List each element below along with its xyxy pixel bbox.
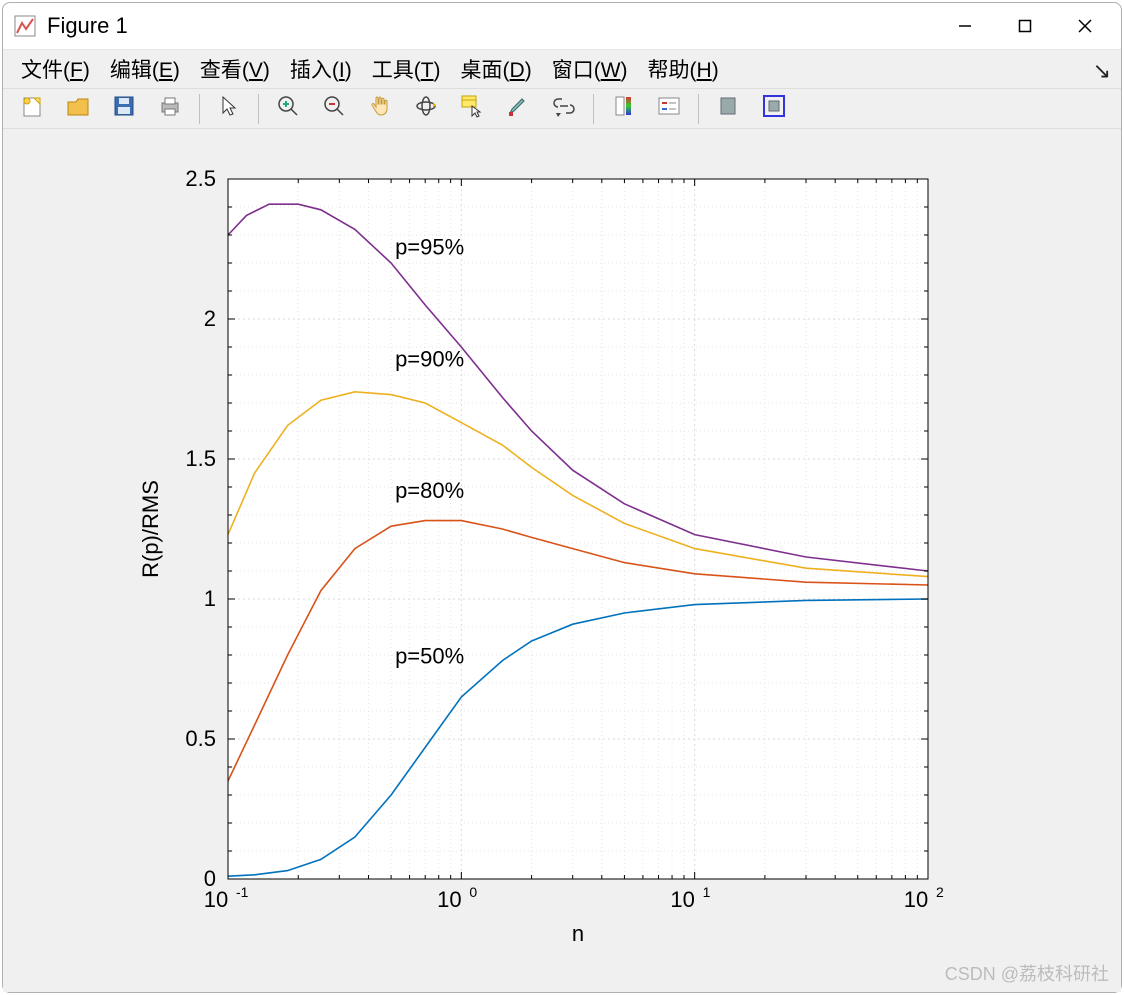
hide-plot-tools-icon	[715, 93, 741, 124]
figure-canvas: 10-110010110200.511.522.5nR(p)/RMSp=95%p…	[3, 129, 1121, 992]
print-figure-button[interactable]	[150, 91, 190, 127]
zoom-in-button[interactable]	[268, 91, 308, 127]
toolbar-separator	[698, 94, 699, 124]
maximize-button[interactable]	[995, 3, 1055, 49]
rotate-3d-icon	[413, 93, 439, 124]
insert-legend-button[interactable]	[649, 91, 689, 127]
menu-w[interactable]: 窗口(W)	[542, 50, 638, 88]
open-file-button[interactable]	[58, 91, 98, 127]
svg-text:n: n	[572, 921, 584, 946]
menu-i[interactable]: 插入(I)	[280, 50, 362, 88]
svg-text:2: 2	[936, 884, 944, 900]
rotate-3d-button[interactable]	[406, 91, 446, 127]
new-figure-icon	[19, 93, 45, 124]
svg-text:0: 0	[469, 884, 477, 900]
menu-d[interactable]: 桌面(D)	[451, 50, 542, 88]
svg-text:10: 10	[670, 887, 694, 912]
insert-colorbar-icon	[610, 93, 636, 124]
zoom-in-icon	[275, 93, 301, 124]
axes[interactable]: 10-110010110200.511.522.5nR(p)/RMSp=95%p…	[3, 129, 1121, 987]
brush-icon	[505, 93, 531, 124]
window-title: Figure 1	[47, 13, 935, 39]
edit-pointer-button[interactable]	[209, 91, 249, 127]
print-figure-icon	[157, 93, 183, 124]
pan-button[interactable]	[360, 91, 400, 127]
save-figure-button[interactable]	[104, 91, 144, 127]
close-button[interactable]	[1055, 3, 1115, 49]
toolbar	[3, 88, 1121, 129]
annotation-p50: p=50%	[395, 643, 464, 668]
save-figure-icon	[111, 93, 137, 124]
annotation-p90: p=90%	[395, 347, 464, 372]
svg-text:0: 0	[204, 866, 216, 891]
dock-arrow-icon[interactable]: ↘	[1093, 58, 1111, 84]
toolbar-separator	[199, 94, 200, 124]
toolbar-separator	[258, 94, 259, 124]
data-cursor-button[interactable]	[452, 91, 492, 127]
minimize-button[interactable]	[935, 3, 995, 49]
new-figure-button[interactable]	[12, 91, 52, 127]
menu-t[interactable]: 工具(T)	[362, 50, 451, 88]
open-file-icon	[65, 93, 91, 124]
svg-text:1: 1	[703, 884, 711, 900]
menu-f[interactable]: 文件(F)	[11, 50, 100, 88]
toolbar-separator	[593, 94, 594, 124]
zoom-out-button[interactable]	[314, 91, 354, 127]
link-plots-icon	[551, 93, 577, 124]
svg-text:0.5: 0.5	[185, 726, 216, 751]
annotation-p95: p=95%	[395, 235, 464, 260]
link-plots-button[interactable]	[544, 91, 584, 127]
show-plot-tools-button[interactable]	[754, 91, 794, 127]
svg-text:1.5: 1.5	[185, 446, 216, 471]
watermark-text: CSDN @荔枝科研社	[945, 960, 1109, 986]
svg-text:1: 1	[204, 586, 216, 611]
svg-text:2: 2	[204, 306, 216, 331]
edit-pointer-icon	[216, 93, 242, 124]
svg-text:10: 10	[904, 887, 928, 912]
menu-h[interactable]: 帮助(H)	[638, 50, 729, 88]
zoom-out-icon	[321, 93, 347, 124]
data-cursor-icon	[459, 93, 485, 124]
svg-text:R(p)/RMS: R(p)/RMS	[138, 480, 163, 578]
menu-e[interactable]: 编辑(E)	[100, 50, 190, 88]
figure-window: Figure 1 文件(F)编辑(E)查看(V)插入(I)工具(T)桌面(D)窗…	[2, 2, 1122, 993]
hide-plot-tools-button[interactable]	[708, 91, 748, 127]
annotation-p80: p=80%	[395, 478, 464, 503]
svg-text:10: 10	[437, 887, 461, 912]
menu-bar: 文件(F)编辑(E)查看(V)插入(I)工具(T)桌面(D)窗口(W)帮助(H)…	[3, 50, 1121, 88]
brush-button[interactable]	[498, 91, 538, 127]
menu-v[interactable]: 查看(V)	[190, 50, 280, 88]
show-plot-tools-icon	[761, 93, 787, 124]
svg-text:-1: -1	[236, 884, 249, 900]
insert-legend-icon	[656, 93, 682, 124]
svg-text:2.5: 2.5	[185, 166, 216, 191]
title-bar: Figure 1	[3, 3, 1121, 50]
pan-icon	[367, 93, 393, 124]
matlab-figure-icon	[13, 14, 37, 38]
insert-colorbar-button[interactable]	[603, 91, 643, 127]
